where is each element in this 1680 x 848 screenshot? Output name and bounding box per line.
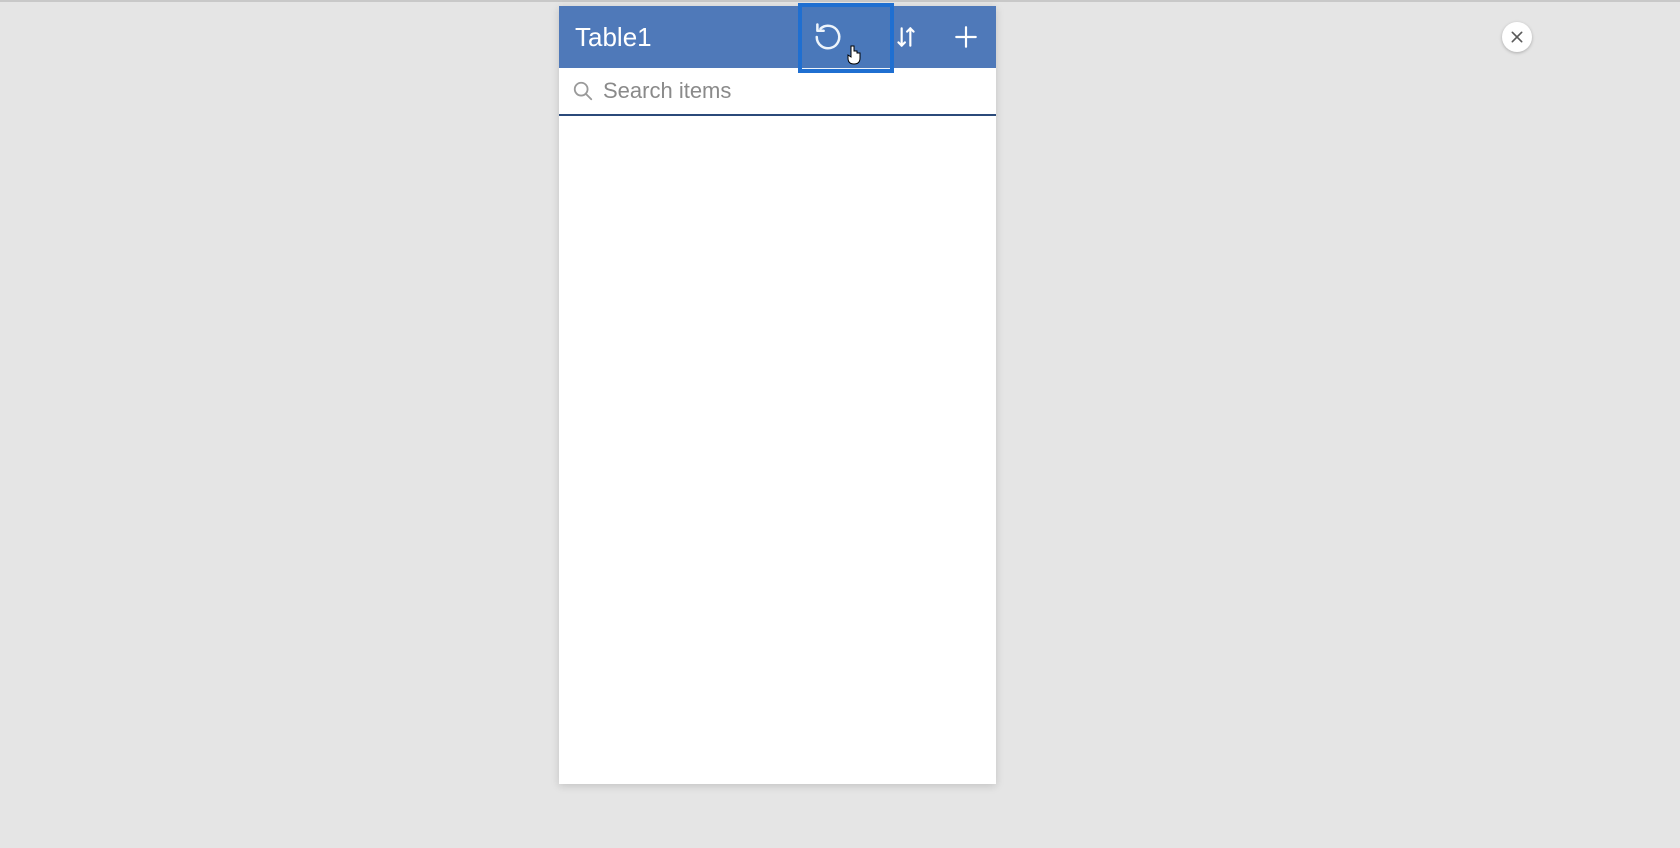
sort-button[interactable] (876, 6, 936, 68)
sort-icon (893, 24, 919, 50)
panel-title: Table1 (559, 22, 780, 53)
close-icon (1509, 29, 1525, 45)
search-row (559, 68, 996, 116)
header-actions (780, 6, 996, 68)
refresh-button[interactable] (780, 6, 876, 68)
panel-body (559, 116, 996, 784)
close-button[interactable] (1502, 22, 1532, 52)
refresh-icon (813, 22, 843, 52)
table-panel: Table1 (559, 6, 996, 784)
plus-icon (953, 24, 979, 50)
add-button[interactable] (936, 6, 996, 68)
panel-header: Table1 (559, 6, 996, 68)
search-icon (569, 80, 597, 102)
search-input[interactable] (597, 78, 986, 104)
